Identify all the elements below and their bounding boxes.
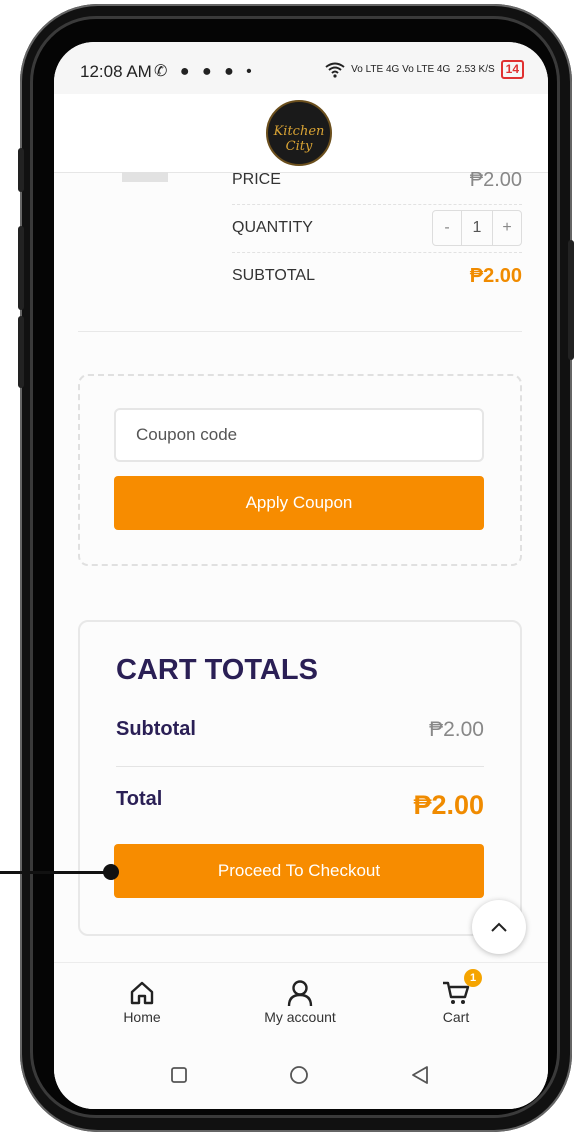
divider xyxy=(116,766,484,767)
scroll-to-top-button[interactable] xyxy=(472,900,526,954)
home-icon xyxy=(130,981,154,1005)
coupon-section xyxy=(78,374,522,566)
phone-side-button xyxy=(18,226,24,310)
quantity-increase-button[interactable]: + xyxy=(493,211,521,245)
cart-count-badge: 1 xyxy=(464,969,482,987)
network-speed: 2.53 K/S xyxy=(456,64,495,75)
home-circle-icon[interactable] xyxy=(289,1065,309,1085)
proceed-to-checkout-button[interactable]: Proceed To Checkout xyxy=(114,844,484,898)
totals-subtotal-label: Subtotal xyxy=(116,718,196,740)
quantity-input[interactable]: 1 xyxy=(461,211,493,245)
divider xyxy=(78,331,522,332)
annotation-pointer-line xyxy=(0,871,112,874)
nav-label-home: Home xyxy=(123,1009,161,1025)
status-bar: 12:08 AM ✆ ● ● ● • Vo LTE 4G Vo LTE 4G 2… xyxy=(54,42,548,98)
wifi-icon xyxy=(325,62,345,78)
phone-side-button xyxy=(18,316,24,388)
status-indicators: Vo LTE 4G Vo LTE 4G 2.53 K/S 14 xyxy=(325,60,524,79)
recent-apps-icon[interactable] xyxy=(170,1066,188,1084)
nav-label-cart: Cart xyxy=(442,1009,470,1025)
nav-item-cart[interactable]: 1 Cart xyxy=(406,969,506,1025)
subtotal-value: ₱2.00 xyxy=(469,264,522,287)
quantity-row: QUANTITY - 1 + xyxy=(232,204,522,253)
annotation-pointer-dot xyxy=(103,864,119,880)
phone-power-button xyxy=(568,240,574,360)
nav-item-my-account[interactable]: My account xyxy=(250,977,350,1025)
bottom-navigation: Home My account 1 Cart xyxy=(54,962,548,1043)
totals-subtotal-value: ₱2.00 xyxy=(429,718,484,741)
notification-icons: ✆ ● ● ● • xyxy=(154,63,256,80)
system-navigation-bar xyxy=(54,1044,548,1109)
nav-label-my-account: My account xyxy=(264,1009,336,1025)
chevron-up-icon xyxy=(491,922,507,932)
totals-total-label: Total xyxy=(116,788,163,810)
quantity-decrease-button[interactable]: - xyxy=(433,211,461,245)
status-time: 12:08 AM xyxy=(80,62,152,81)
price-row: PRICE ₱2.00 xyxy=(232,156,522,205)
network-indicator: Vo LTE 4G Vo LTE 4G xyxy=(351,64,451,75)
battery-icon: 14 xyxy=(500,60,524,79)
price-value: ₱2.00 xyxy=(469,168,522,191)
quantity-label: QUANTITY xyxy=(232,219,313,236)
totals-total-value: ₱2.00 xyxy=(413,790,484,820)
subtotal-label: SUBTOTAL xyxy=(232,267,315,284)
back-triangle-icon[interactable] xyxy=(411,1065,429,1085)
product-thumbnail[interactable] xyxy=(122,172,168,182)
apply-coupon-button[interactable]: Apply Coupon xyxy=(114,476,484,530)
quantity-stepper[interactable]: - 1 + xyxy=(432,210,522,246)
phone-side-button xyxy=(18,148,24,192)
user-icon xyxy=(287,980,313,1007)
subtotal-row: SUBTOTAL ₱2.00 xyxy=(232,252,522,300)
cart-totals-title: CART TOTALS xyxy=(116,654,318,686)
logo-text: Kitchen City xyxy=(273,124,325,154)
app-screen: 12:08 AM ✆ ● ● ● • Vo LTE 4G Vo LTE 4G 2… xyxy=(54,42,548,1109)
nav-item-home[interactable]: Home xyxy=(92,977,192,1025)
coupon-code-input[interactable] xyxy=(114,408,484,462)
price-label: PRICE xyxy=(232,171,281,188)
